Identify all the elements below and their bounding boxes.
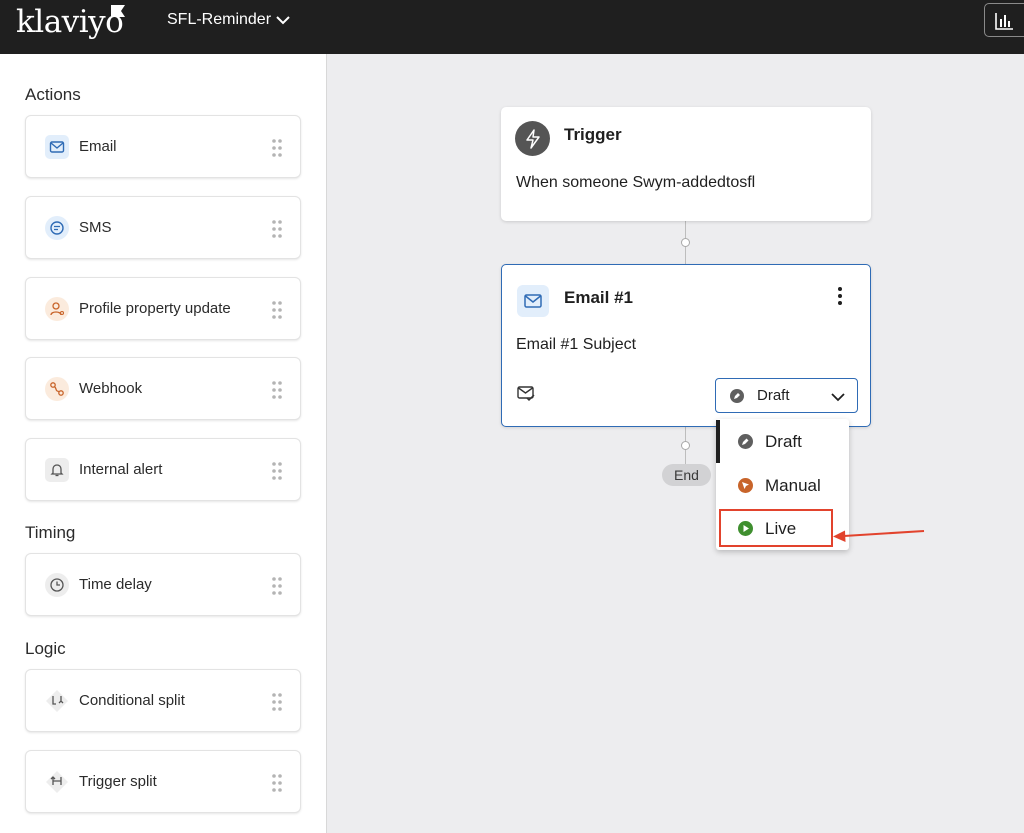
sidebar-item-label: Internal alert <box>79 461 163 478</box>
status-option-draft[interactable]: Draft <box>716 420 849 463</box>
status-value: Draft <box>757 387 790 404</box>
drag-handle-icon[interactable] <box>271 380 283 400</box>
drag-handle-icon[interactable] <box>271 576 283 596</box>
drag-handle-icon[interactable] <box>271 461 283 481</box>
klaviyo-logo[interactable]: klaviyo <box>16 4 124 40</box>
sidebar-item-label: Webhook <box>79 380 143 397</box>
sidebar-item-internal-alert[interactable]: Internal alert <box>25 438 301 501</box>
sidebar-item-trigger-split[interactable]: Trigger split <box>25 750 301 813</box>
drag-handle-icon[interactable] <box>271 138 283 158</box>
sidebar-item-label: Conditional split <box>79 692 185 709</box>
sidebar-item-label: Trigger split <box>79 773 157 790</box>
drag-handle-icon[interactable] <box>271 773 283 793</box>
conditional-split-icon <box>45 689 69 713</box>
annotation-arrow-icon <box>833 530 925 542</box>
webhook-icon <box>45 377 69 401</box>
analytics-button[interactable] <box>984 3 1024 37</box>
status-option-label: Manual <box>765 476 821 495</box>
draft-status-icon <box>738 434 753 449</box>
status-select[interactable]: Draft <box>715 378 858 413</box>
selected-indicator <box>716 420 720 463</box>
section-title-actions: Actions <box>25 85 81 104</box>
more-options-icon[interactable] <box>835 285 845 307</box>
sidebar-item-conditional-split[interactable]: Conditional split <box>25 669 301 732</box>
add-step-node[interactable] <box>681 441 690 450</box>
status-option-manual[interactable]: Manual <box>716 464 849 506</box>
status-option-label: Draft <box>765 432 802 451</box>
trigger-card[interactable]: Trigger When someone Swym-addedtosfl <box>501 107 871 221</box>
end-marker: End <box>662 464 711 486</box>
sidebar-item-label: Email <box>79 138 117 155</box>
action-sidebar: Actions Email SMS Profile property updat… <box>0 54 327 833</box>
sms-icon <box>45 216 69 240</box>
drag-handle-icon[interactable] <box>271 692 283 712</box>
annotation-highlight-box <box>719 509 833 547</box>
sidebar-item-label: SMS <box>79 219 112 236</box>
email-icon <box>517 285 549 317</box>
top-bar: klaviyo SFL-Reminder <box>0 0 1024 54</box>
lightning-icon <box>515 121 550 156</box>
bell-icon <box>45 458 69 482</box>
draft-status-icon <box>730 389 744 403</box>
bar-chart-icon <box>995 13 1013 30</box>
trigger-title: Trigger <box>564 125 622 144</box>
section-title-logic: Logic <box>25 639 66 658</box>
section-title-timing: Timing <box>25 523 76 542</box>
drag-handle-icon[interactable] <box>271 219 283 239</box>
mail-check-icon <box>517 386 535 402</box>
profile-update-icon <box>45 297 69 321</box>
add-step-node[interactable] <box>681 238 690 247</box>
email-title: Email #1 <box>564 288 633 307</box>
chevron-down-icon <box>831 393 845 402</box>
trigger-split-icon <box>45 770 69 794</box>
email-icon <box>45 135 69 159</box>
sidebar-item-email[interactable]: Email <box>25 115 301 178</box>
manual-status-icon <box>738 478 753 493</box>
logo-flag-icon <box>111 5 125 17</box>
email-subject: Email #1 Subject <box>516 336 637 353</box>
clock-icon <box>45 573 69 597</box>
chevron-down-icon[interactable] <box>275 12 291 28</box>
sidebar-item-time-delay[interactable]: Time delay <box>25 553 301 616</box>
sidebar-item-profile-property-update[interactable]: Profile property update <box>25 277 301 340</box>
flow-name[interactable]: SFL-Reminder <box>167 11 271 29</box>
trigger-description: When someone Swym-addedtosfl <box>516 174 756 191</box>
sidebar-item-webhook[interactable]: Webhook <box>25 357 301 420</box>
sidebar-item-label: Time delay <box>79 576 152 593</box>
drag-handle-icon[interactable] <box>271 300 283 320</box>
sidebar-item-sms[interactable]: SMS <box>25 196 301 259</box>
sidebar-item-label: Profile property update <box>79 300 231 317</box>
